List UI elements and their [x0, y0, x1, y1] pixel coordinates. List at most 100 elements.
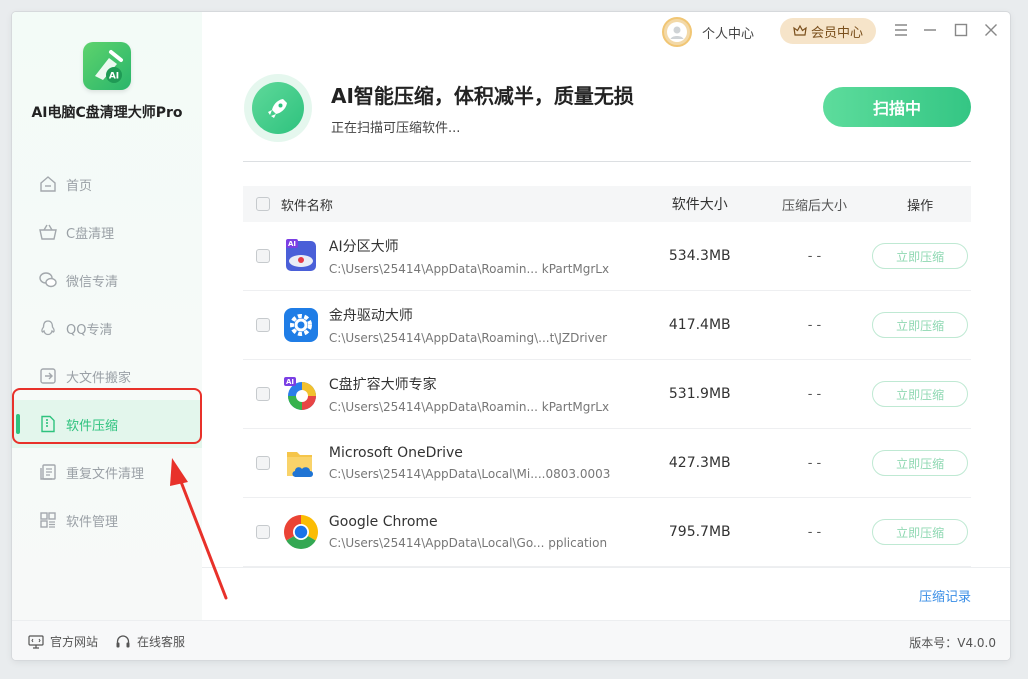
qq-icon: [38, 318, 58, 338]
user-center-link[interactable]: 个人中心: [662, 16, 754, 48]
sidebar: AI AI电脑C盘清理大师Pro 首页 C盘清理 微信专清 QQ专清 大文件搬家…: [12, 12, 202, 620]
compress-now-button[interactable]: 立即压缩: [872, 312, 969, 338]
sidebar-item-duplicate[interactable]: 重复文件清理: [12, 448, 202, 496]
compressed-size: - -: [807, 455, 822, 471]
sidebar-item-label: 软件管理: [66, 514, 119, 530]
page-title: AI智能压缩，体积减半，质量无损: [331, 84, 634, 108]
svg-text:AI: AI: [286, 378, 294, 386]
sidebar-item-label: 软件压缩: [66, 418, 119, 434]
row-checkbox[interactable]: [255, 525, 270, 539]
chrome-icon: [281, 512, 321, 552]
wechat-icon: [38, 270, 58, 290]
disk-expand-icon: AI: [281, 374, 321, 414]
official-website-label: 官方网站: [50, 635, 99, 649]
crown-icon: [793, 24, 807, 38]
table-row: AI C盘扩容大师专家 C:\Users\25414\AppData\Roami…: [243, 360, 971, 429]
duplicate-file-icon: [38, 462, 58, 482]
sidebar-item-label: C盘清理: [66, 226, 115, 242]
row-checkbox[interactable]: [255, 387, 270, 401]
sidebar-item-wechat[interactable]: 微信专清: [12, 256, 202, 304]
maximize-icon[interactable]: [953, 22, 969, 38]
user-center-label: 个人中心: [702, 26, 755, 42]
sidebar-item-label: 首页: [66, 178, 93, 194]
table-row: Microsoft OneDrive C:\Users\25414\AppDat…: [243, 429, 971, 498]
header-divider: [243, 161, 971, 162]
minimize-icon[interactable]: [922, 22, 938, 38]
close-icon[interactable]: [983, 22, 999, 38]
svg-text:AI: AI: [288, 240, 296, 248]
sidebar-item-label: QQ专清: [66, 322, 113, 338]
software-path: C:\Users\25414\AppData\Roamin... kPartMg…: [328, 400, 610, 414]
driver-gear-icon: [281, 305, 321, 345]
avatar: [662, 17, 692, 47]
headset-icon: [115, 634, 131, 650]
compress-now-button[interactable]: 立即压缩: [872, 243, 969, 269]
zip-file-icon: [38, 414, 58, 434]
software-table: 软件名称 软件大小 压缩后大小 操作 AI AI分区大师 C:\Users\25…: [243, 186, 971, 567]
software-size: 427.3MB: [668, 455, 731, 471]
table-row: Google Chrome C:\Users\25414\AppData\Loc…: [243, 498, 971, 567]
sidebar-nav: 首页 C盘清理 微信专清 QQ专清 大文件搬家 软件压缩 重复文件清理 软件管理: [12, 160, 202, 544]
monitor-icon: [28, 634, 44, 649]
basket-icon: [38, 222, 58, 242]
compressed-size: - -: [807, 317, 822, 333]
sidebar-item-label: 重复文件清理: [66, 466, 145, 482]
footer: 官方网站 在线客服 版本号：V4.0.0: [12, 620, 1010, 660]
compress-now-button[interactable]: 立即压缩: [872, 519, 969, 545]
row-checkbox[interactable]: [255, 249, 270, 263]
partition-tool-icon: AI: [281, 236, 321, 276]
software-path: C:\Users\25414\AppData\Roamin... kPartMg…: [328, 262, 610, 276]
row-checkbox[interactable]: [255, 318, 270, 332]
scan-status-text: 正在扫描可压缩软件...: [331, 121, 461, 136]
software-name: C盘扩容大师专家: [328, 377, 437, 393]
compress-now-button[interactable]: 立即压缩: [872, 381, 969, 407]
sidebar-item-home[interactable]: 首页: [12, 160, 202, 208]
software-size: 417.4MB: [668, 317, 731, 333]
rocket-icon: [244, 74, 312, 142]
table-row: 金舟驱动大师 C:\Users\25414\AppData\Roaming\..…: [243, 291, 971, 360]
sidebar-item-software-compress[interactable]: 软件压缩: [12, 400, 202, 448]
sidebar-item-big-file[interactable]: 大文件搬家: [12, 352, 202, 400]
software-name: Microsoft OneDrive: [328, 445, 463, 461]
column-header-after: 压缩后大小: [781, 198, 847, 214]
sidebar-item-c-clean[interactable]: C盘清理: [12, 208, 202, 256]
scan-button[interactable]: 扫描中: [823, 87, 971, 127]
online-support-label: 在线客服: [137, 635, 186, 649]
compress-record-link[interactable]: 压缩记录: [919, 586, 971, 605]
official-website-link[interactable]: 官方网站: [28, 633, 98, 650]
software-path: C:\Users\25414\AppData\Roaming\...t\JZDr…: [328, 331, 608, 345]
software-path: C:\Users\25414\AppData\Local\Mi....0803.…: [328, 467, 611, 481]
compressed-size: - -: [807, 248, 822, 264]
compressed-size: - -: [807, 386, 822, 402]
compress-now-button[interactable]: 立即压缩: [872, 450, 969, 476]
vip-center-label: 会员中心: [810, 25, 863, 41]
software-size: 534.3MB: [668, 248, 731, 264]
online-support-link[interactable]: 在线客服: [115, 633, 185, 650]
select-all-checkbox[interactable]: [255, 197, 270, 211]
move-file-icon: [38, 366, 58, 386]
software-name: AI分区大师: [328, 239, 399, 255]
list-bottom-divider: [202, 567, 1010, 568]
column-header-size: 软件大小: [671, 197, 728, 213]
apps-grid-icon: [38, 510, 58, 530]
onedrive-icon: [281, 443, 321, 483]
vip-center-button[interactable]: 会员中心: [780, 18, 876, 44]
compressed-size: - -: [807, 524, 822, 540]
table-header: 软件名称 软件大小 压缩后大小 操作: [243, 186, 971, 222]
sidebar-item-qq[interactable]: QQ专清: [12, 304, 202, 352]
software-size: 795.7MB: [668, 524, 731, 540]
row-checkbox[interactable]: [255, 456, 270, 470]
menu-icon[interactable]: [893, 22, 909, 38]
column-header-name: 软件名称: [280, 198, 333, 214]
svg-text:AI: AI: [109, 72, 119, 82]
version-label: 版本号：V4.0.0: [909, 636, 996, 650]
sidebar-item-software-manage[interactable]: 软件管理: [12, 496, 202, 544]
home-icon: [38, 174, 58, 194]
sidebar-item-label: 微信专清: [66, 274, 119, 290]
sidebar-item-label: 大文件搬家: [66, 370, 132, 386]
software-path: C:\Users\25414\AppData\Local\Go... pplic…: [328, 536, 608, 550]
app-logo-icon: AI: [83, 42, 131, 90]
software-size: 531.9MB: [668, 386, 731, 402]
table-row: AI AI分区大师 C:\Users\25414\AppData\Roamin.…: [243, 222, 971, 291]
app-window: AI AI电脑C盘清理大师Pro 首页 C盘清理 微信专清 QQ专清 大文件搬家…: [12, 12, 1010, 660]
